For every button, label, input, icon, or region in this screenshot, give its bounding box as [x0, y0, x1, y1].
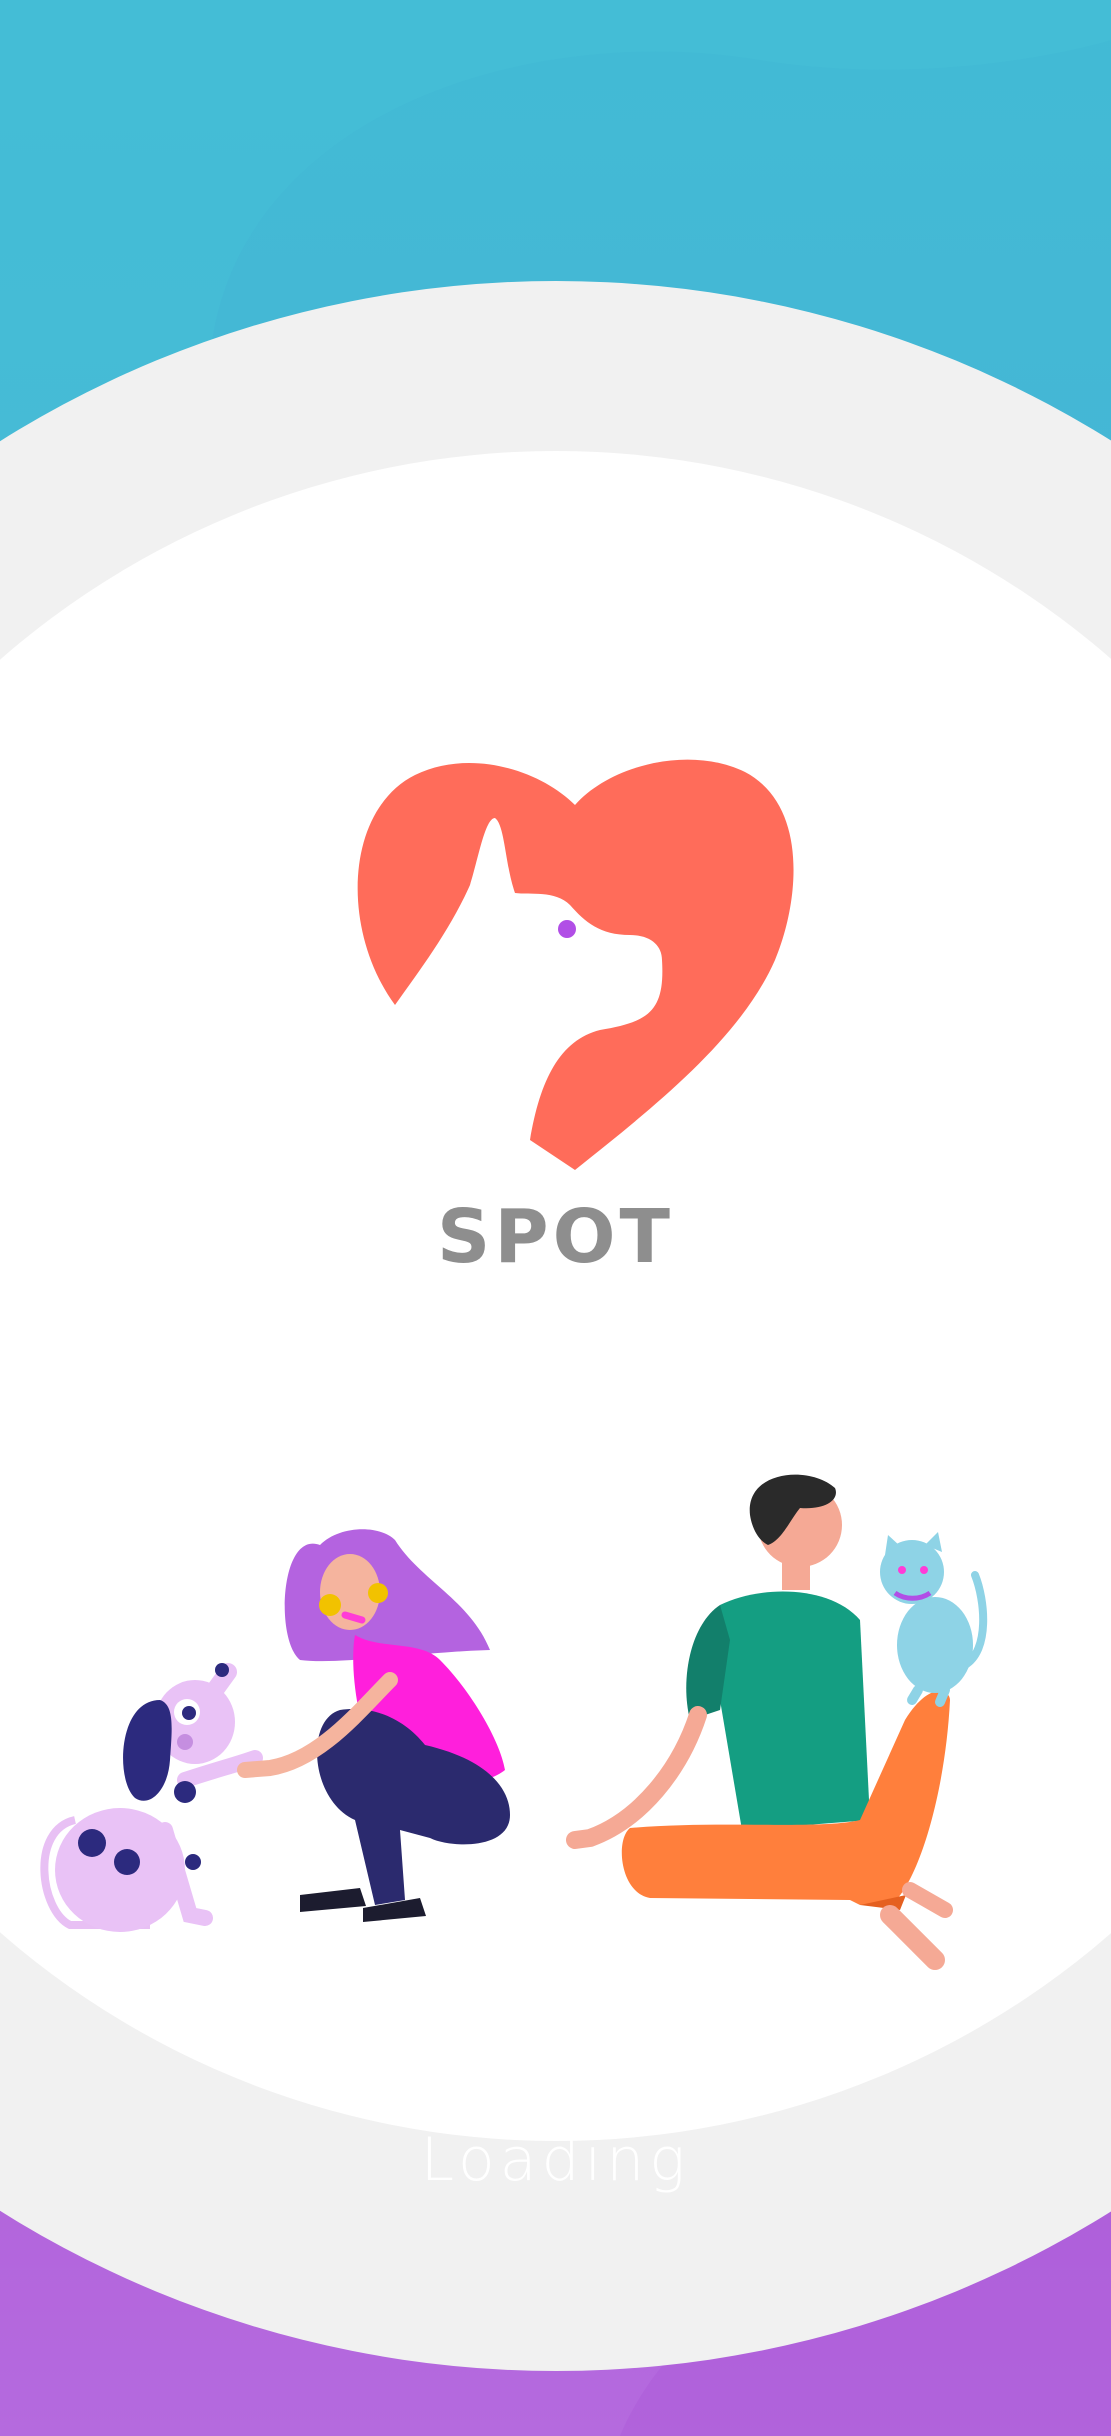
app-title: SPOT — [437, 1194, 674, 1280]
logo-eye — [558, 920, 576, 938]
splash-screen: SPOT Loading — [0, 0, 1111, 2436]
loading-status-text: Loading — [420, 2125, 691, 2195]
